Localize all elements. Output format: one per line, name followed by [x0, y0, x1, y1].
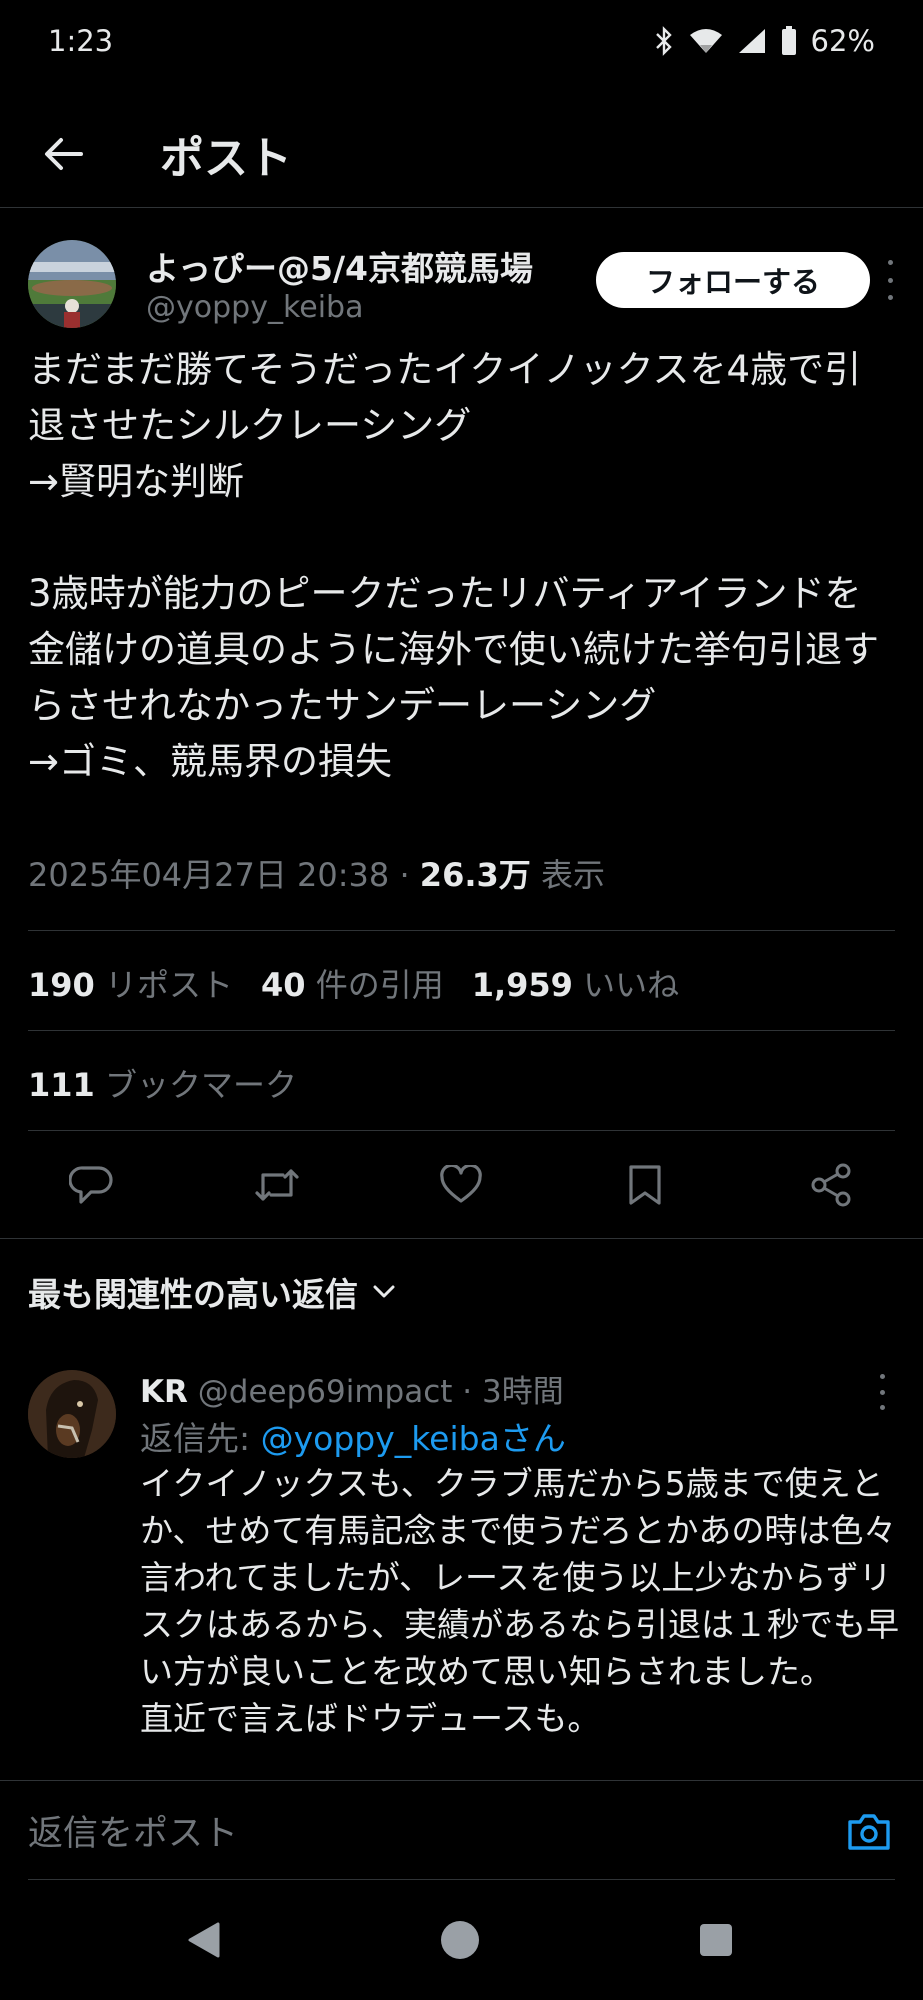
like-icon [440, 1165, 482, 1203]
views-count: 26.3万 [419, 856, 531, 894]
reposts-label: リポスト [94, 966, 233, 1004]
section-divider [0, 1238, 923, 1239]
reposts-count: 190 [28, 966, 95, 1004]
divider [28, 930, 895, 931]
repost-button[interactable] [252, 1160, 302, 1210]
bookmark-stats: 111 ブックマーク [28, 1060, 297, 1106]
more-dot-icon [887, 295, 893, 300]
circle-home-icon [441, 1921, 479, 1959]
status-icons: 62% [653, 24, 875, 58]
share-button[interactable] [806, 1160, 856, 1210]
author-name[interactable]: よっぴー@5/4京都競馬場 [146, 242, 533, 290]
reply-input[interactable]: 返信をポスト [28, 1805, 238, 1856]
page-title: ポスト [160, 132, 292, 184]
follow-button[interactable]: フォローする [596, 252, 870, 308]
triangle-back-icon [188, 1922, 220, 1958]
arrow-left-icon [45, 137, 83, 170]
more-options-button[interactable] [880, 260, 900, 300]
reposts-stat[interactable]: 190 リポスト [28, 960, 233, 1006]
views-label: 表示 [530, 856, 605, 894]
share-icon [811, 1163, 851, 1207]
more-dot-icon [887, 260, 893, 265]
meta-separator: · [389, 856, 420, 894]
post-timestamp[interactable]: 2025年04月27日 20:38 [28, 856, 389, 894]
reply-text: イクイノックスも、クラブ馬だから5歳まで使えとか、せめて有馬記念まで使うだろとか… [140, 1464, 899, 1738]
nav-home-button[interactable] [436, 1916, 484, 1964]
signal-icon [738, 29, 765, 53]
bookmarks-count: 111 [28, 1066, 95, 1104]
action-bar [0, 1150, 923, 1220]
author-avatar[interactable] [28, 240, 116, 328]
bookmarks-stat[interactable]: 111 ブックマーク [28, 1060, 297, 1106]
camera-button[interactable] [844, 1807, 894, 1857]
likes-stat[interactable]: 1,959 いいね [472, 960, 679, 1006]
replies-sort-label: 最も関連性の高い返信 [28, 1275, 358, 1314]
reply-icon [69, 1166, 113, 1204]
square-recents-icon [700, 1924, 732, 1956]
reply-button[interactable] [66, 1160, 116, 1210]
reply-more-button[interactable] [872, 1374, 892, 1410]
reply-to-mention[interactable]: @yoppy_keibaさん [261, 1419, 566, 1458]
post-meta: 2025年04月27日 20:38 · 26.3万 表示 [28, 850, 605, 896]
battery-percent: 62% [810, 24, 875, 58]
divider [28, 1130, 895, 1131]
likes-label: いいね [572, 966, 680, 1004]
divider [28, 1030, 895, 1031]
reply-author-name[interactable]: KR [140, 1374, 188, 1410]
reply-avatar[interactable] [28, 1370, 116, 1458]
nav-recents-button[interactable] [692, 1916, 740, 1964]
avatar-image [28, 1370, 116, 1458]
chevron-down-icon [373, 1285, 395, 1298]
quotes-stat[interactable]: 40 件の引用 [261, 960, 444, 1006]
quotes-count: 40 [260, 966, 306, 1004]
bookmark-icon [629, 1165, 661, 1205]
more-dot-icon [887, 277, 893, 283]
more-dot-icon [879, 1374, 885, 1379]
status-time: 1:23 [48, 24, 114, 58]
quotes-label: 件の引用 [305, 966, 444, 1004]
repost-icon [255, 1169, 299, 1201]
nav-back-button[interactable] [180, 1916, 228, 1964]
likes-count: 1,959 [471, 966, 573, 1004]
bookmark-button[interactable] [620, 1160, 670, 1210]
bookmarks-label: ブックマーク [94, 1066, 297, 1104]
reply-header: KR @deep69impact · 3時間 [140, 1366, 564, 1411]
camera-icon [848, 1814, 890, 1850]
author-handle[interactable]: @yoppy_keiba [146, 290, 363, 325]
reply-to-line: 返信先: @yoppy_keibaさん [140, 1412, 566, 1460]
bluetooth-icon [655, 26, 672, 56]
reply-to-prefix: 返信先: [140, 1419, 261, 1458]
author-row: よっぴー@5/4京都競馬場 @yoppy_keiba フォローする [28, 234, 898, 334]
like-button[interactable] [436, 1160, 486, 1210]
reply-author-handle[interactable]: @deep69impact [198, 1374, 453, 1410]
reply-time: · 3時間 [452, 1374, 564, 1410]
back-button[interactable] [28, 119, 98, 189]
reply-composer: 返信をポスト [0, 1780, 923, 1881]
system-nav-bar [0, 1880, 923, 2000]
engagement-stats: 190 リポスト 40 件の引用 1,959 いいね [28, 960, 679, 1006]
avatar-image [28, 240, 116, 328]
replies-sort-toggle[interactable]: 最も関連性の高い返信 [28, 1268, 396, 1316]
post-text: まだまだ勝てそうだったイクイノックスを4歳で引退させたシルクレーシング →賢明な… [28, 348, 879, 783]
more-dot-icon [879, 1405, 885, 1410]
status-bar: 1:23 62% [0, 0, 923, 82]
app-header: ポスト [0, 100, 923, 208]
wifi-icon [689, 29, 722, 53]
battery-icon [781, 26, 796, 55]
more-dot-icon [879, 1389, 885, 1395]
